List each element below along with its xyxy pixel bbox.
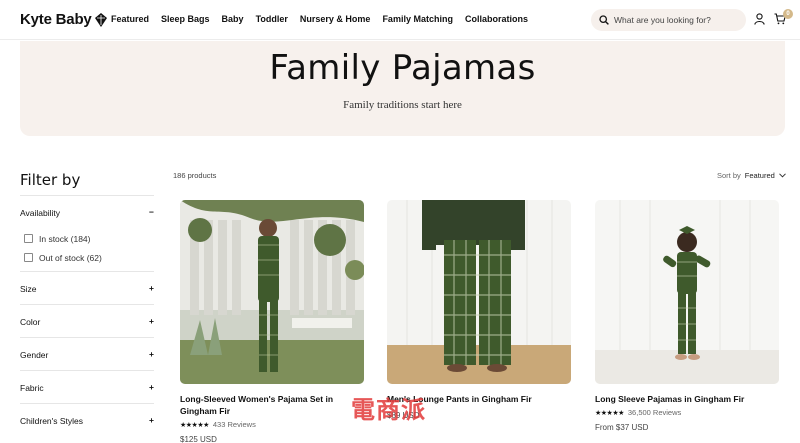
filter-gender[interactable]: Gender +: [20, 337, 154, 371]
filter-option-out-of-stock[interactable]: Out of stock (62): [20, 248, 154, 267]
filter-label: Children's Styles: [20, 415, 84, 426]
nav-baby[interactable]: Baby: [222, 14, 244, 24]
expand-icon[interactable]: +: [149, 317, 154, 326]
sort-value: Featured: [744, 171, 775, 180]
main-nav: Featured Sleep Bags Baby Toddler Nursery…: [111, 14, 528, 24]
product-rating: ★★★★★ 36,500 Reviews: [595, 408, 779, 417]
star-rating-icon: ★★★★★: [595, 409, 624, 417]
review-count: 433 Reviews: [212, 420, 256, 429]
review-count: 36,500 Reviews: [627, 408, 682, 417]
nav-collaborations[interactable]: Collaborations: [465, 14, 528, 24]
collection-hero: Family Pajamas Family traditions start h…: [20, 41, 785, 136]
nav-toddler[interactable]: Toddler: [256, 14, 288, 24]
star-rating-icon: ★★★★★: [180, 421, 209, 429]
nav-family-matching[interactable]: Family Matching: [382, 14, 453, 24]
checkbox[interactable]: [24, 253, 33, 262]
filter-option-label: Out of stock (62): [39, 252, 102, 263]
product-rating: ★★★★★ 433 Reviews: [180, 420, 364, 429]
product-name[interactable]: Long Sleeve Pajamas in Gingham Fir: [595, 393, 779, 405]
site-header: Kyte Baby Featured Sleep Bags Baby Toddl…: [0, 0, 800, 40]
product-price: From $37 USD: [595, 423, 649, 432]
filter-option-label: In stock (184): [39, 233, 91, 244]
search-input[interactable]: [614, 15, 734, 25]
product-card[interactable]: Long-Sleeved Women's Pajama Set in Gingh…: [180, 200, 364, 443]
nav-featured[interactable]: Featured: [111, 14, 149, 24]
filter-size[interactable]: Size +: [20, 271, 154, 305]
product-card[interactable]: Long Sleeve Pajamas in Gingham Fir ★★★★★…: [595, 200, 779, 432]
search-bar: [591, 9, 746, 31]
filter-label: Gender: [20, 349, 49, 360]
product-count: 186 products: [173, 171, 217, 180]
filter-label: Fabric: [20, 382, 44, 393]
filter-childrens-styles[interactable]: Children's Styles +: [20, 403, 154, 437]
page-subtitle: Family traditions start here: [343, 99, 462, 111]
product-image[interactable]: [387, 200, 571, 384]
checkbox[interactable]: [24, 234, 33, 243]
filter-label: Color: [20, 316, 41, 327]
product-card[interactable]: Men's Lounge Pants in Gingham Fir $89 US…: [387, 200, 571, 420]
product-price: $125 USD: [180, 435, 217, 443]
filter-label: Size: [20, 283, 37, 294]
brand-logo[interactable]: Kyte Baby: [20, 11, 107, 28]
filter-color[interactable]: Color +: [20, 304, 154, 338]
nav-sleep-bags[interactable]: Sleep Bags: [161, 14, 210, 24]
sort-dropdown[interactable]: Sort by Featured: [717, 171, 786, 180]
product-name[interactable]: Long-Sleeved Women's Pajama Set in Gingh…: [180, 393, 364, 417]
cart-count-badge: 0: [783, 9, 793, 19]
page-title: Family Pajamas: [269, 48, 536, 88]
filter-availability-header[interactable]: Availability −: [20, 196, 154, 229]
filter-option-in-stock[interactable]: In stock (184): [20, 229, 154, 248]
nav-nursery-home[interactable]: Nursery & Home: [300, 14, 371, 24]
brand-name: Kyte Baby: [20, 11, 92, 28]
collapse-icon[interactable]: −: [149, 208, 154, 217]
expand-icon[interactable]: +: [149, 383, 154, 392]
search-icon[interactable]: [599, 15, 609, 25]
filter-label: Availability: [20, 207, 61, 218]
expand-icon[interactable]: +: [149, 416, 154, 425]
kite-logo-icon: [94, 12, 107, 27]
expand-icon[interactable]: +: [149, 284, 154, 293]
sort-label: Sort by: [717, 171, 741, 180]
product-image[interactable]: [595, 200, 779, 384]
expand-icon[interactable]: +: [149, 350, 154, 359]
filter-availability: Availability − In stock (184) Out of sto…: [20, 195, 154, 267]
filter-title: Filter by: [20, 171, 81, 189]
filter-fabric[interactable]: Fabric +: [20, 370, 154, 404]
product-image[interactable]: [180, 200, 364, 384]
account-icon[interactable]: [754, 13, 765, 25]
watermark: 電商派: [351, 395, 426, 424]
chevron-down-icon: [778, 173, 786, 178]
